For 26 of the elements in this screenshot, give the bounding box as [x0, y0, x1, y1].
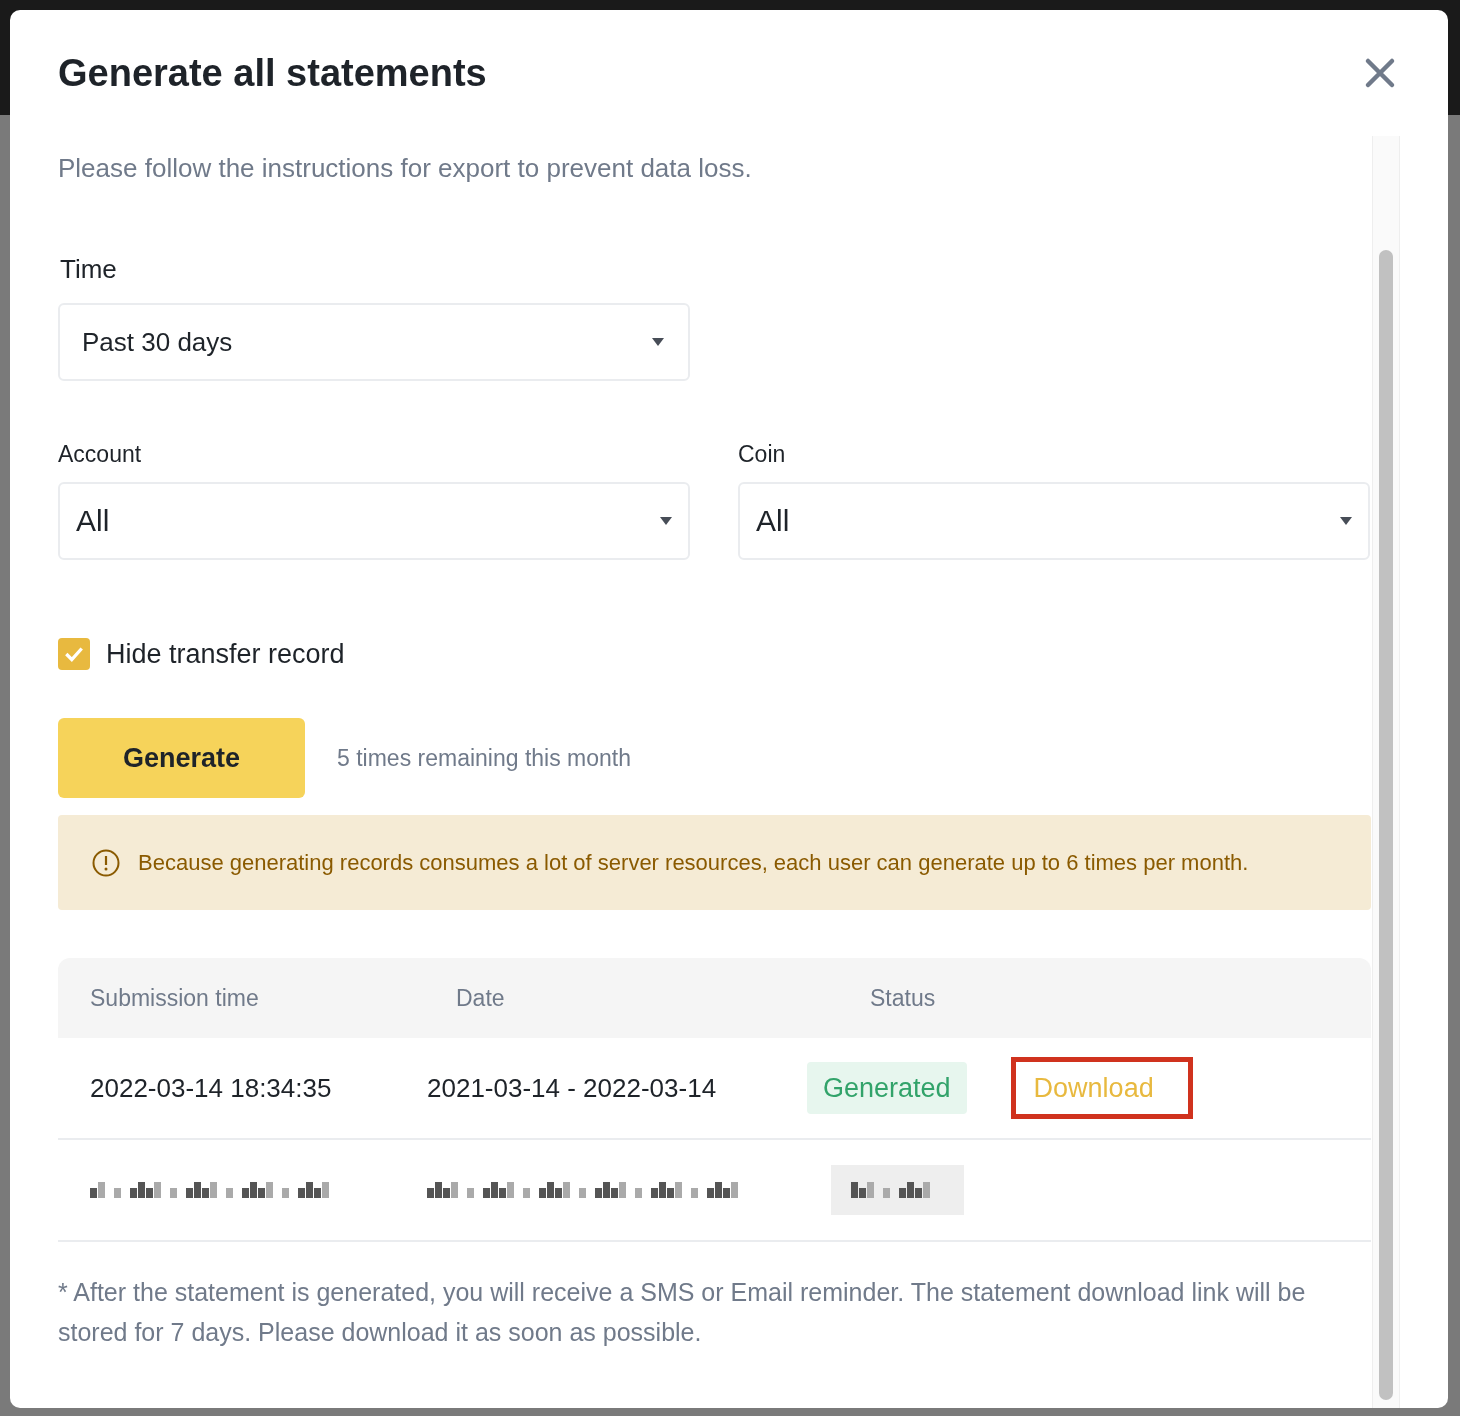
dropdown[interactable]: All	[58, 481, 690, 560]
generate-button[interactable]: Generate	[58, 718, 305, 798]
dropdown[interactable]: Past 30 days	[58, 303, 690, 381]
column-header: Date	[455, 983, 506, 1013]
caret-icon	[660, 516, 672, 525]
checkbox[interactable]	[58, 637, 90, 670]
field-label: Time	[60, 253, 118, 286]
dropdown[interactable]: All	[738, 481, 1370, 560]
status-badge: Generated	[807, 1062, 967, 1114]
info-icon	[92, 848, 120, 877]
checkbox-label: Hide transfer record	[106, 637, 345, 671]
table-cell-text: 2021-03-14 - 2022-03-14	[427, 1071, 718, 1105]
footnote-text: * After the statement is generated, you will receive a SMS or Email reminder. The statement download link will be stored for 7 days. Please download it as soon as possible.	[58, 1277, 1307, 1348]
column-header: Submission time	[89, 983, 260, 1013]
table-cell-text: 2022-03-14 18:34:35	[90, 1071, 333, 1105]
intro-text: Please follow the instructions for export to prevent data loss.	[58, 152, 753, 185]
caret-icon	[1340, 516, 1352, 525]
notice-text: Because generating records consumes a lot of server resources, each user can generate up to 6 times per month.	[138, 849, 1249, 877]
close-icon[interactable]	[1364, 57, 1396, 89]
field-label: Account	[58, 440, 143, 469]
dialog-title: Generate all statements	[58, 50, 487, 96]
scrollbar[interactable]	[1372, 136, 1400, 1408]
column-header: Status	[869, 983, 937, 1013]
remaining-count-text: 5 times remaining this month	[337, 743, 631, 773]
field-label: Coin	[738, 440, 787, 469]
caret-icon	[652, 338, 664, 346]
